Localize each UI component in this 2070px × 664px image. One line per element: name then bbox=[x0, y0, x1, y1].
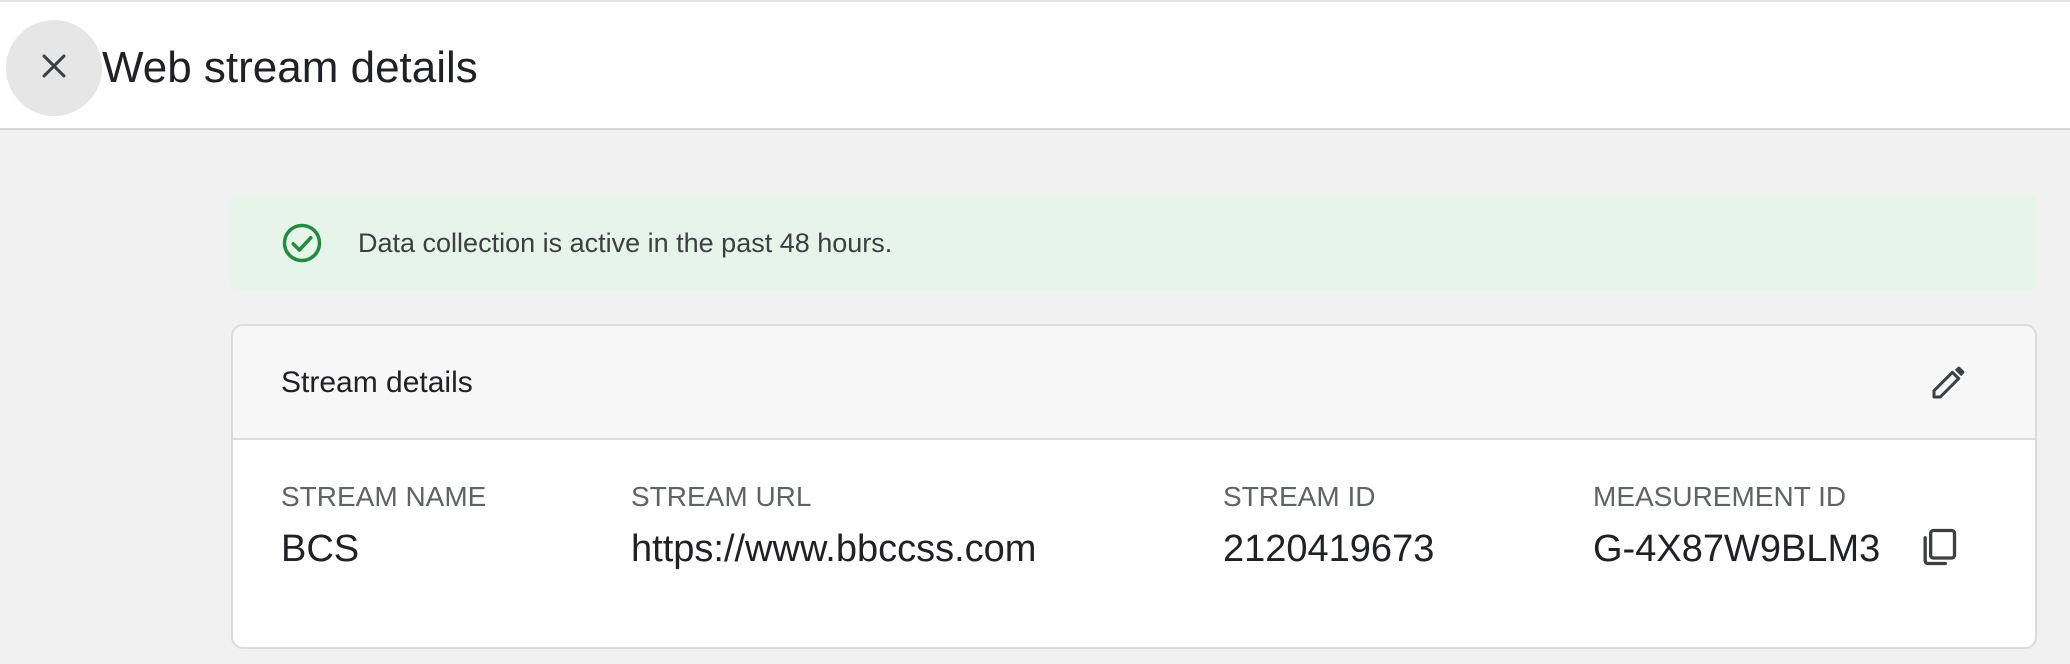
status-banner: Data collection is active in the past 48… bbox=[231, 196, 2037, 290]
status-message: Data collection is active in the past 48… bbox=[358, 228, 893, 258]
stream-url-label: STREAM URL bbox=[631, 481, 812, 512]
copy-measurement-id-button[interactable] bbox=[1915, 526, 1961, 572]
page-title: Web stream details bbox=[102, 43, 478, 92]
stream-id-value: 2120419673 bbox=[1223, 528, 1435, 570]
card-header: Stream details bbox=[233, 326, 2035, 440]
close-icon bbox=[37, 49, 71, 88]
stream-id-label: STREAM ID bbox=[1223, 481, 1376, 512]
stream-name-value: BCS bbox=[281, 528, 360, 570]
edit-button[interactable] bbox=[1927, 362, 1971, 406]
card-title: Stream details bbox=[281, 366, 473, 399]
measurement-id-label: MEASUREMENT ID bbox=[1593, 481, 1847, 512]
measurement-id-value: G-4X87W9BLM3 bbox=[1593, 528, 1881, 570]
page-header: Web stream details bbox=[0, 0, 2070, 130]
pencil-icon bbox=[1929, 362, 1969, 407]
stream-name-label: STREAM NAME bbox=[281, 481, 487, 512]
stream-details-card: Stream details STREAM NAME BCS STREAM UR… bbox=[231, 324, 2037, 649]
check-circle-icon bbox=[281, 222, 323, 264]
copy-icon bbox=[1916, 525, 1960, 574]
close-button[interactable] bbox=[6, 20, 102, 116]
stream-url-value: https://www.bbccss.com bbox=[631, 528, 1037, 570]
